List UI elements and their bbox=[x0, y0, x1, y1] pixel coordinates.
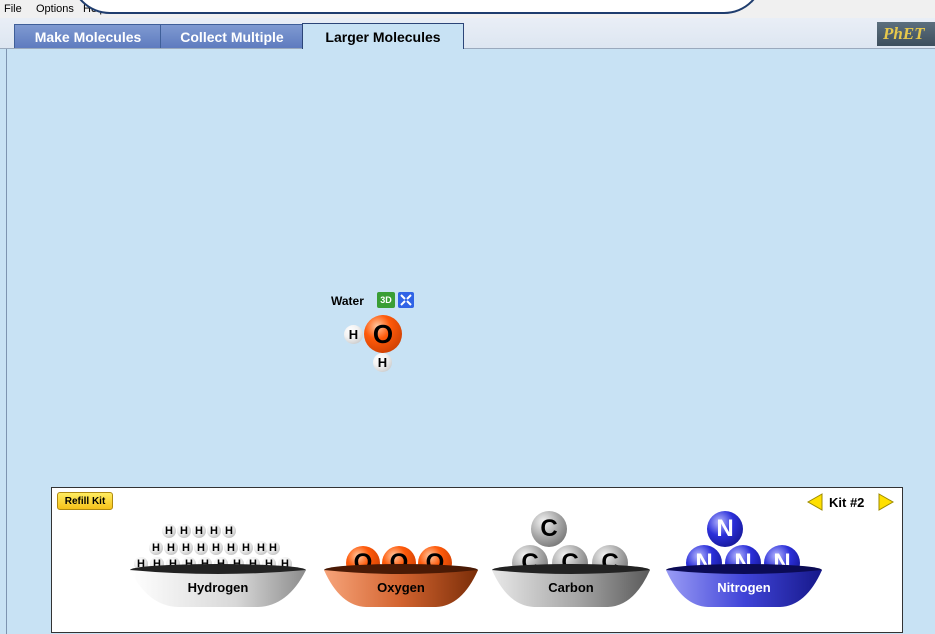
previous-kit-icon[interactable] bbox=[806, 492, 824, 512]
hydrogen-atom[interactable]: H bbox=[162, 524, 176, 538]
hydrogen-atom[interactable]: H bbox=[149, 541, 163, 555]
molecule-name: Water bbox=[331, 294, 364, 308]
phet-logo[interactable]: PhET bbox=[877, 22, 935, 46]
hydrogen-atom[interactable]: H bbox=[179, 541, 193, 555]
carbon-bin-label: Carbon bbox=[548, 580, 594, 595]
tab-larger-molecules[interactable]: Larger Molecules bbox=[302, 23, 464, 49]
hydrogen-atom[interactable]: H bbox=[224, 541, 238, 555]
nitrogen-bin-label: Nitrogen bbox=[717, 580, 771, 595]
hydrogen-atom[interactable]: H bbox=[164, 541, 178, 555]
hydrogen-bin-label: Hydrogen bbox=[187, 580, 249, 595]
tab-bar: Make Molecules Collect Multiple Larger M… bbox=[0, 18, 935, 49]
hydrogen-atom[interactable]: H bbox=[194, 541, 208, 555]
hydrogen-atom[interactable]: H bbox=[192, 524, 206, 538]
view-3d-button[interactable]: 3D bbox=[377, 292, 395, 308]
refill-kit-button[interactable]: Refill Kit bbox=[57, 492, 113, 510]
kit-label: Kit #2 bbox=[829, 495, 865, 510]
hydrogen-atom[interactable]: H bbox=[222, 524, 236, 538]
hydrogen-atom[interactable]: H bbox=[266, 541, 280, 555]
next-kit-icon[interactable] bbox=[877, 492, 895, 512]
hydrogen-atom-left[interactable]: H bbox=[344, 325, 363, 344]
menu-file[interactable]: File bbox=[4, 3, 22, 15]
oxygen-bin-label: Oxygen bbox=[377, 580, 425, 595]
hydrogen-atom[interactable]: H bbox=[207, 524, 221, 538]
hydrogen-atom-bottom[interactable]: H bbox=[373, 353, 392, 372]
carbon-atom[interactable]: C bbox=[531, 511, 567, 547]
tab-make-molecules[interactable]: Make Molecules bbox=[14, 24, 162, 48]
oxygen-atom[interactable]: O bbox=[364, 315, 402, 353]
hydrogen-atom[interactable]: H bbox=[177, 524, 191, 538]
menu-options[interactable]: Options bbox=[36, 3, 74, 15]
tab-collect-multiple[interactable]: Collect Multiple bbox=[160, 24, 304, 48]
nitrogen-atom[interactable]: N bbox=[707, 511, 743, 547]
hydrogen-atom[interactable]: H bbox=[209, 541, 223, 555]
hydrogen-atom[interactable]: H bbox=[239, 541, 253, 555]
break-apart-icon[interactable] bbox=[398, 292, 414, 308]
top-overlay-panel bbox=[70, 0, 764, 14]
